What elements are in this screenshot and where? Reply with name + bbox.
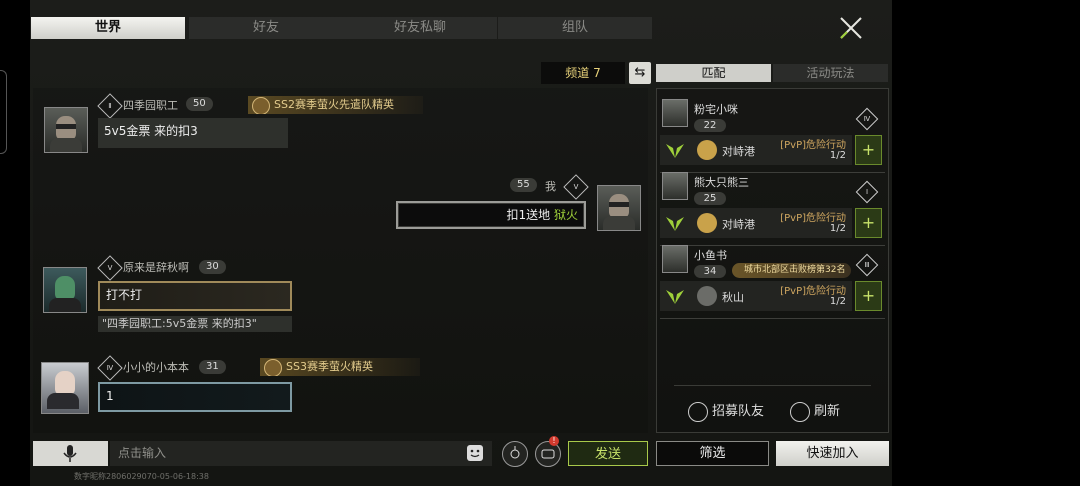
tab-activities[interactable]: 活动玩法 (773, 64, 888, 82)
message-text: 扣1送地 (506, 208, 551, 222)
team-info[interactable]: 对峙港 [PvP]危险行动 1/2 (660, 135, 852, 165)
house-icon (697, 213, 717, 233)
tab-friend-private-chat[interactable]: 好友私聊 (343, 17, 497, 39)
level-badge: 22 (694, 119, 726, 132)
tab-team[interactable]: 组队 (498, 17, 652, 39)
edge-notch (0, 70, 7, 154)
game-mode: [PvP]危险行动 (780, 213, 846, 224)
sender-name: 我 (545, 180, 556, 193)
tab-match[interactable]: 匹配 (656, 64, 771, 82)
join-team-button[interactable]: + (855, 281, 882, 311)
member-count: 1/2 (829, 296, 846, 307)
team-info[interactable]: 对峙港 [PvP]危险行动 1/2 (660, 208, 852, 238)
join-team-button[interactable]: + (855, 208, 882, 238)
avatar[interactable] (662, 245, 688, 273)
team-info[interactable]: 秋山 [PvP]危险行动 1/2 (660, 281, 852, 311)
message-input[interactable]: 点击输入 (110, 441, 492, 466)
leaderboard-badge: 城市北部区击败榜第32名 (732, 263, 852, 278)
rank-icon: Ⅳ (855, 107, 879, 131)
message-highlight: 狱火 (553, 208, 578, 222)
team-card[interactable]: 熊大只熊三 25 Ⅰ 对峙港 [PvP]危险行动 1/2 + (660, 172, 885, 246)
team-card[interactable]: 粉宅小咪 22 Ⅳ 对峙港 [PvP]危险行动 1/2 + (660, 99, 885, 173)
refresh-button[interactable]: 刷新 (790, 400, 840, 422)
flag-icon (688, 401, 708, 422)
title-badge: SS3赛季萤火精英 (260, 358, 420, 376)
rank-icon: Ⅰ (855, 180, 879, 204)
avatar[interactable] (41, 362, 89, 414)
level-badge: 30 (199, 260, 226, 274)
house-icon (697, 140, 717, 160)
recruit-button[interactable]: 招募队友 (688, 400, 764, 422)
avatar[interactable] (44, 107, 88, 153)
screen: 世界 好友 好友私聊 组队 频道 7 ⇆ Ⅱ 四季园职工 50 SS2赛季萤火先… (0, 0, 1080, 486)
switch-channel-icon[interactable]: ⇆ (629, 62, 651, 84)
level-badge: 31 (199, 360, 226, 374)
game-mode: [PvP]危险行动 (780, 286, 846, 297)
chat-bubble: 打不打 (98, 281, 292, 311)
avatar[interactable] (662, 99, 688, 127)
level-badge: 34 (694, 265, 726, 278)
voice-button[interactable] (33, 441, 108, 466)
tab-world[interactable]: 世界 (31, 17, 185, 39)
refresh-label: 刷新 (814, 404, 841, 419)
close-icon[interactable] (837, 14, 865, 42)
emblem-icon (252, 97, 270, 114)
quoted-message: "四季园职工:5v5金票 来的扣3" (98, 316, 292, 332)
game-mode: [PvP]危险行动 (780, 140, 846, 151)
team-leader-name: 熊大只熊三 (694, 176, 749, 189)
map-name: 对峙港 (722, 218, 755, 231)
refresh-icon (790, 401, 810, 422)
team-leader-name: 小鱼书 (694, 249, 727, 262)
quick-join-button[interactable]: 快速加入 (776, 441, 889, 466)
rank-icon: Ⅲ (855, 253, 879, 277)
recruit-label: 招募队友 (712, 404, 765, 419)
footer-info: 数字昵称2806029070-05-06-18:38 (74, 472, 209, 481)
faction-wing-icon (666, 290, 684, 304)
emoji-icon[interactable] (467, 445, 483, 461)
channel-label: 频道 7 (541, 62, 625, 84)
join-team-button[interactable]: + (855, 135, 882, 165)
map-name: 对峙港 (722, 145, 755, 158)
member-count: 1/2 (829, 150, 846, 161)
team-leader-name: 粉宅小咪 (694, 103, 738, 116)
level-badge: 25 (694, 192, 726, 205)
avatar[interactable] (662, 172, 688, 200)
sender-name[interactable]: 四季园职工 (123, 97, 178, 113)
title-badge: SS2赛季萤火先遣队精英 (248, 96, 423, 114)
level-badge: 55 (510, 178, 537, 192)
member-count: 1/2 (829, 223, 846, 234)
share-location-icon[interactable] (502, 441, 528, 467)
mountain-icon (697, 286, 717, 306)
faction-wing-icon (666, 144, 684, 158)
notification-badge: ! (549, 436, 559, 446)
avatar[interactable] (43, 267, 87, 313)
avatar[interactable] (597, 185, 641, 231)
team-card[interactable]: 小鱼书 34 城市北部区击败榜第32名 Ⅲ 秋山 [PvP]危险行动 1/2 + (660, 245, 885, 319)
level-badge: 50 (186, 97, 213, 111)
faction-wing-icon (666, 217, 684, 231)
sender-name[interactable]: 小小的小本本 (123, 359, 189, 375)
emblem-icon (264, 359, 282, 376)
send-button[interactable]: 发送 (568, 441, 648, 466)
sender-name[interactable]: 原来是辞秋啊 (123, 259, 189, 275)
divider (674, 385, 871, 386)
microphone-icon (63, 445, 77, 462)
chat-bubble: 5v5金票 来的扣3 (98, 118, 288, 148)
map-name: 秋山 (722, 291, 744, 304)
tab-friends[interactable]: 好友 (189, 17, 343, 39)
chat-bubble: 1 (98, 382, 292, 412)
filter-button[interactable]: 筛选 (656, 441, 769, 466)
chat-bubble: 扣1送地 狱火 (396, 201, 586, 229)
